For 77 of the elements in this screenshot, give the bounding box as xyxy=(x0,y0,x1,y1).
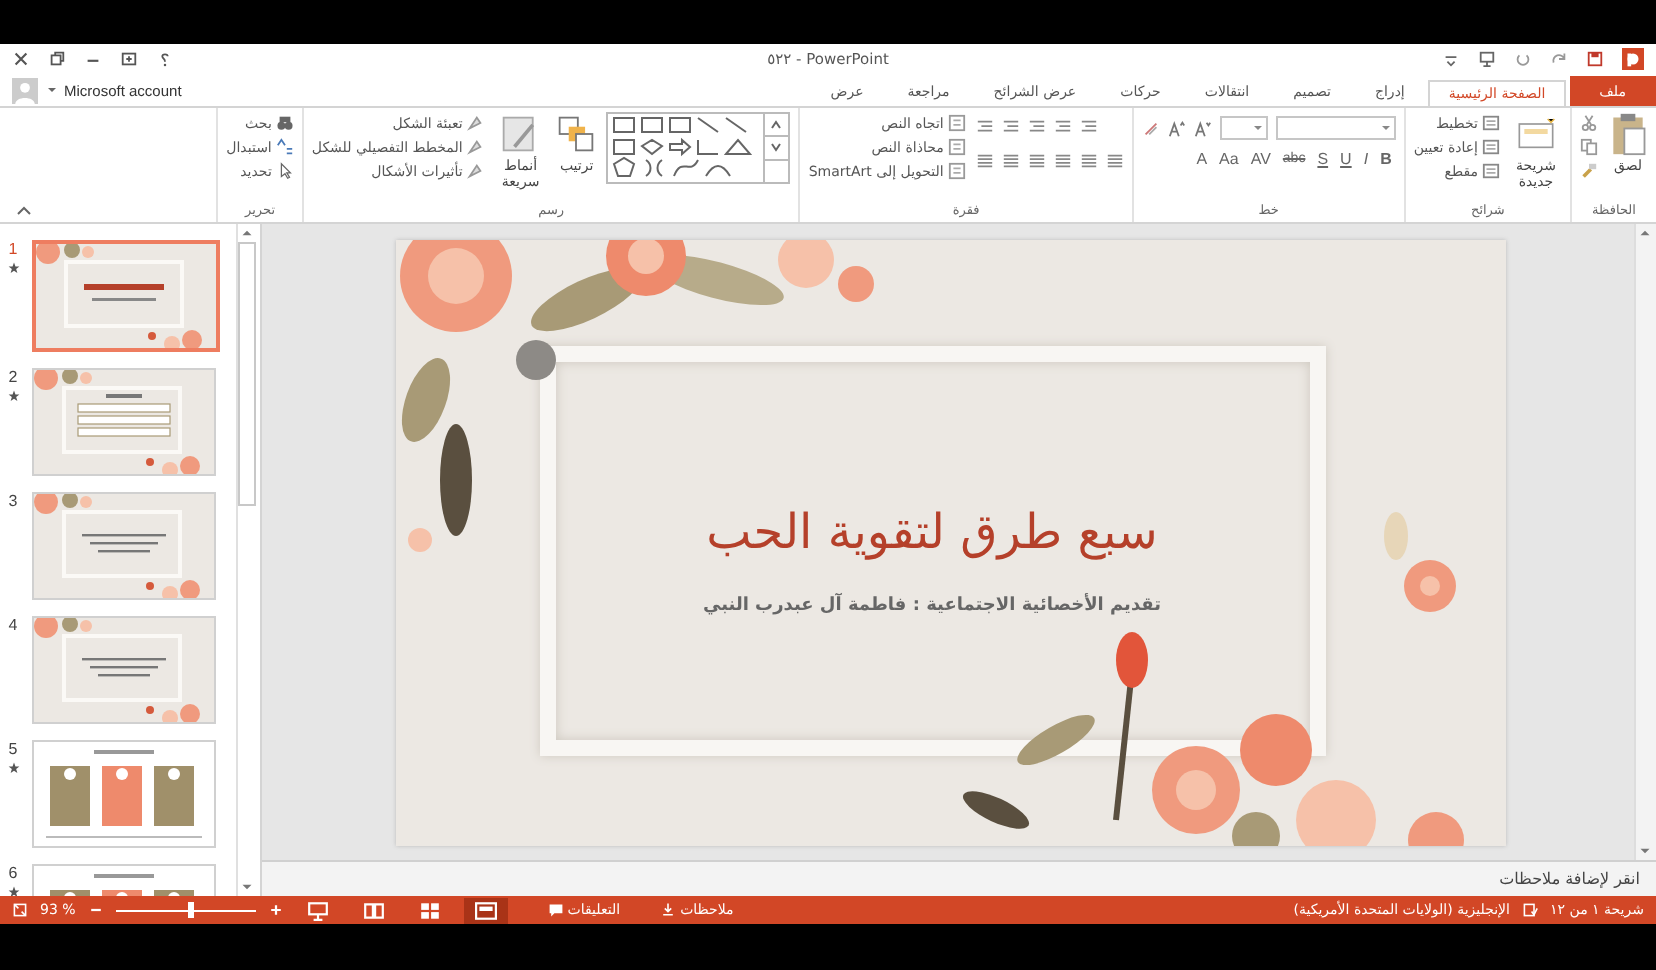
scrollbar[interactable] xyxy=(236,224,256,896)
align-icon[interactable] xyxy=(1079,152,1098,170)
notes-field[interactable]: انقر لإضافة ملاحظات xyxy=(262,860,1656,896)
zoom-slider-thumb[interactable] xyxy=(187,902,194,918)
zoom-slider[interactable] xyxy=(115,902,256,918)
format-button[interactable]: U xyxy=(1336,150,1356,168)
notes-icon xyxy=(660,902,677,918)
save-icon[interactable] xyxy=(1586,50,1604,68)
replace-icon xyxy=(275,138,294,156)
undo-icon[interactable] xyxy=(1514,50,1532,68)
slide-number: 3 xyxy=(8,492,18,510)
align-icon[interactable] xyxy=(1027,152,1046,170)
fit-slide-icon[interactable] xyxy=(12,902,28,918)
format-button[interactable]: Aa xyxy=(1215,150,1243,168)
text-box-icon xyxy=(947,138,966,156)
font-size-field[interactable] xyxy=(1219,116,1268,140)
normal-view-icon[interactable] xyxy=(463,897,508,923)
zoom-in-icon[interactable] xyxy=(267,902,284,918)
slide-thumbnail[interactable] xyxy=(32,492,216,600)
format-button[interactable]: AV xyxy=(1246,150,1275,168)
list-format-icon[interactable] xyxy=(975,118,994,136)
slide-number: 6 xyxy=(8,864,18,882)
slide-thumbnail[interactable] xyxy=(32,616,216,724)
close-icon[interactable] xyxy=(12,50,30,68)
help-icon[interactable] xyxy=(156,50,174,68)
slide-thumbnail[interactable] xyxy=(32,240,220,352)
font-grow-icon[interactable] xyxy=(1167,119,1186,137)
align-icon[interactable] xyxy=(975,152,994,170)
slide-layout-icon xyxy=(1482,114,1500,132)
presenter-icon[interactable] xyxy=(1478,50,1496,68)
list-format-icon[interactable] xyxy=(1001,118,1020,136)
restore-icon[interactable] xyxy=(48,50,66,68)
list-format-icon[interactable] xyxy=(1079,118,1098,136)
font-name-field[interactable] xyxy=(1275,116,1396,140)
brush-icon[interactable] xyxy=(1580,162,1598,180)
binoculars-icon xyxy=(275,114,294,132)
slide-layout-icon xyxy=(1482,138,1500,156)
slide-number: 5 xyxy=(8,740,18,758)
caret-icon xyxy=(1379,122,1392,134)
copy-icon[interactable] xyxy=(1580,138,1598,156)
align-icon[interactable] xyxy=(1053,152,1072,170)
slide-layout-icon xyxy=(1482,162,1500,180)
redo-icon[interactable] xyxy=(1550,50,1568,68)
list-format-icon[interactable] xyxy=(1027,118,1046,136)
font-shrink-icon[interactable] xyxy=(1193,119,1212,137)
collapse-ribbon-icon[interactable] xyxy=(16,204,32,216)
ribbon-display-icon[interactable] xyxy=(120,50,138,68)
format-button[interactable]: B xyxy=(1376,150,1396,168)
slide-number: 2 xyxy=(8,368,18,386)
caret-icon[interactable] xyxy=(46,84,58,96)
clear-format-icon[interactable] xyxy=(1141,119,1160,137)
format-button[interactable]: A xyxy=(1192,150,1212,168)
spell-check-icon[interactable] xyxy=(1521,902,1538,918)
slide-thumbnail[interactable] xyxy=(32,740,216,848)
slide-number: 1 xyxy=(8,240,18,258)
arrange-icon xyxy=(556,112,597,156)
cursor-icon xyxy=(275,162,294,180)
clipboard-icon xyxy=(1608,112,1648,156)
scissors-icon[interactable] xyxy=(1580,114,1598,132)
flower-drawing xyxy=(1383,511,1455,611)
slide-thumbnail[interactable] xyxy=(32,368,216,476)
slide-subtitle: تقديم الأخصائية الاجتماعية : فاطمة آل عبدرب النبي xyxy=(703,596,1161,616)
comment-icon xyxy=(547,902,564,918)
format-button[interactable]: I xyxy=(1359,150,1373,168)
caret-icon xyxy=(1251,122,1264,134)
format-button[interactable]: S xyxy=(1313,150,1333,168)
scrollbar[interactable] xyxy=(1634,224,1656,860)
text-box-icon xyxy=(947,114,966,132)
slide-title: سبع طرق لتقوية الحب xyxy=(706,504,1158,560)
shapes-gallery[interactable] xyxy=(606,112,791,184)
list-format-icon[interactable] xyxy=(1053,118,1072,136)
slide-number: 4 xyxy=(8,616,18,634)
text-box-icon xyxy=(947,162,966,180)
scroll-thumb[interactable] xyxy=(238,242,256,506)
customize-toolbar-icon[interactable] xyxy=(1442,50,1460,68)
align-icon[interactable] xyxy=(1001,152,1020,170)
align-icon[interactable] xyxy=(1105,152,1124,170)
